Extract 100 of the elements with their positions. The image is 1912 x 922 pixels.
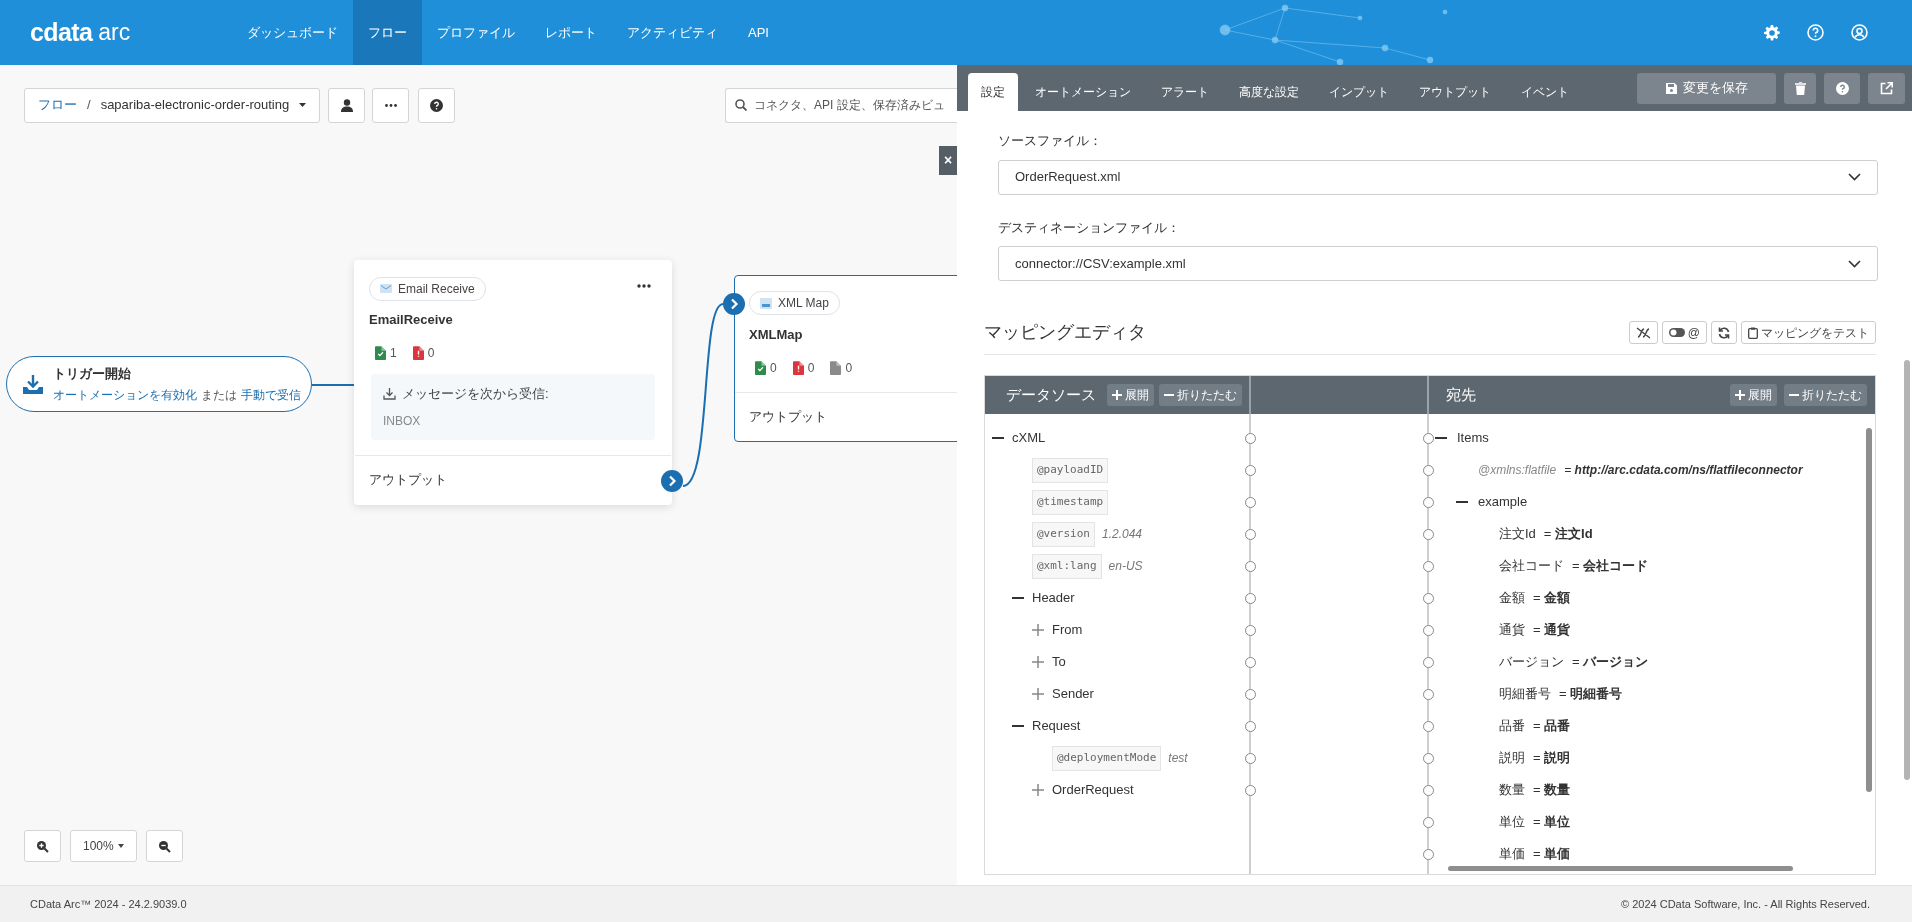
vertical-scrollbar[interactable] — [1866, 428, 1872, 792]
mapping-port-icon[interactable] — [1423, 592, 1434, 604]
mapping-port-icon[interactable] — [1423, 816, 1434, 828]
mapping-port-icon[interactable] — [1423, 560, 1434, 572]
attribute-chip[interactable]: @payloadID — [1032, 457, 1109, 483]
mapping-port-icon[interactable] — [1423, 720, 1434, 732]
panel-tab[interactable]: アウトプット — [1406, 73, 1504, 111]
tree-node[interactable]: Request — [1032, 716, 1081, 736]
unlink-button[interactable] — [1628, 321, 1658, 344]
mapping-port-icon[interactable] — [1245, 560, 1256, 572]
zoom-out-button[interactable] — [145, 830, 183, 862]
input-port-icon[interactable] — [723, 293, 745, 315]
mapping-port-icon[interactable] — [1245, 688, 1256, 700]
mapping-port-icon[interactable] — [1245, 592, 1256, 604]
expand-icon[interactable] — [1032, 784, 1044, 796]
panel-tab[interactable]: オートメーション — [1022, 73, 1144, 111]
attribute-chip[interactable]: @xml:lang — [1032, 553, 1102, 579]
collapse-all-button[interactable]: 折りたたむ — [1784, 384, 1867, 406]
mapping-port-icon[interactable] — [1245, 784, 1256, 796]
nav-tab[interactable]: フロー — [353, 0, 422, 65]
enable-automation-link[interactable]: オートメーションを有効化 — [53, 385, 197, 404]
attribute-chip[interactable]: @deploymentMode — [1052, 745, 1162, 771]
collapse-all-button[interactable]: 折りたたむ — [1159, 384, 1242, 406]
attribute-chip[interactable]: @timestamp — [1032, 489, 1109, 515]
panel-tab[interactable]: 高度な設定 — [1226, 73, 1312, 111]
panel-tab[interactable]: アラート — [1148, 73, 1222, 111]
mapping-port-icon[interactable] — [1423, 656, 1434, 668]
nav-tab[interactable]: プロファイル — [422, 0, 530, 65]
manual-receive-link[interactable]: 手動で受信 — [241, 385, 301, 404]
refresh-button[interactable] — [1711, 321, 1737, 344]
flow-node-card[interactable]: Email Receive EmailReceive 1 0 メッセージを次から受信: INBOX アウトプット — [354, 260, 672, 505]
expand-all-button[interactable]: 展開 — [1107, 384, 1154, 406]
tree-node[interactable]: To — [1052, 652, 1066, 672]
settings-icon[interactable] — [1764, 24, 1780, 41]
mapping-port-icon[interactable] — [1245, 464, 1256, 476]
external-link-icon — [1880, 81, 1893, 95]
tree-node[interactable]: Sender — [1052, 684, 1094, 704]
tree-node[interactable]: cXML — [1012, 428, 1046, 448]
flow-breadcrumb[interactable]: フロー / sapariba-electronic-order-routing — [24, 87, 321, 123]
test-mapping-button[interactable]: マッピングをテスト — [1741, 321, 1876, 344]
mapping-port-icon[interactable] — [1423, 624, 1434, 636]
tree-node[interactable]: From — [1052, 620, 1083, 640]
more-icon[interactable] — [637, 284, 651, 288]
mapping-port-icon[interactable] — [1245, 528, 1256, 540]
clipboard-icon — [1748, 326, 1758, 339]
mapping-port-icon[interactable] — [1245, 624, 1256, 636]
open-external-button[interactable] — [1868, 72, 1905, 104]
attribute-toggle-button[interactable]: @ — [1661, 321, 1707, 344]
attribute-value: 1.2.044 — [1102, 526, 1143, 543]
expand-icon[interactable] — [1032, 656, 1044, 668]
mapping-port-icon[interactable] — [1423, 528, 1434, 540]
nav-tab[interactable]: ダッシュボード — [232, 0, 353, 65]
panel-tab[interactable]: 設定 — [968, 73, 1018, 111]
tree-node[interactable]: Header — [1032, 588, 1075, 608]
zoom-in-button[interactable] — [24, 830, 61, 862]
flow-node-card[interactable]: XML Map XMLMap 0 0 0 アウトプット — [734, 275, 957, 442]
save-button[interactable]: 変更を保存 — [1637, 72, 1776, 104]
panel-tab[interactable]: イベント — [1508, 73, 1582, 111]
panel-tab[interactable]: インプット — [1316, 73, 1402, 111]
nav-tab[interactable]: アクティビティ — [612, 0, 733, 65]
zoom-out-icon — [157, 839, 171, 853]
output-port-icon[interactable] — [661, 469, 683, 492]
user-button[interactable] — [328, 87, 366, 123]
zoom-level-dropdown[interactable]: 100% — [70, 830, 137, 862]
mapping-port-icon[interactable] — [1245, 720, 1256, 732]
tree-node[interactable]: example — [1478, 492, 1528, 512]
search-field[interactable]: コネクタ、API 設定、保存済みビュ — [725, 87, 957, 123]
logo-wordmark[interactable]: cdata — [30, 13, 93, 52]
tree-node[interactable]: Items — [1457, 428, 1489, 448]
breadcrumb-link[interactable]: フロー — [38, 95, 77, 115]
mapping-port-icon[interactable] — [1245, 432, 1256, 444]
expand-icon[interactable] — [1032, 624, 1044, 636]
mapping-port-icon[interactable] — [1245, 496, 1256, 508]
help-icon[interactable] — [1807, 24, 1824, 41]
attribute-chip[interactable]: @version — [1032, 521, 1095, 547]
mapping-port-icon[interactable] — [1245, 656, 1256, 668]
mapping-port-icon[interactable] — [1423, 688, 1434, 700]
nav-tab[interactable]: API — [733, 0, 784, 65]
mapping-port-icon[interactable] — [1423, 784, 1434, 796]
file-select[interactable]: connector://CSV:example.xml — [998, 246, 1878, 281]
expand-icon[interactable] — [1032, 688, 1044, 700]
help-button[interactable] — [418, 87, 456, 123]
file-alert-icon — [412, 346, 424, 360]
delete-button[interactable] — [1784, 72, 1816, 104]
mapping-port-icon[interactable] — [1423, 752, 1434, 764]
user-icon[interactable] — [1851, 24, 1868, 41]
tree-node[interactable]: OrderRequest — [1052, 780, 1134, 800]
horizontal-scrollbar[interactable] — [1448, 866, 1793, 871]
conjunction-text: または — [201, 386, 237, 404]
mapping-port-icon[interactable] — [1245, 752, 1256, 764]
close-panel-button[interactable]: × — [939, 146, 957, 175]
expand-all-button[interactable]: 展開 — [1730, 384, 1777, 406]
mapping-port-icon[interactable] — [1423, 464, 1434, 476]
trigger-node[interactable]: トリガー開始 オートメーションを有効化 または 手動で受信 — [6, 356, 312, 412]
help-button[interactable] — [1824, 72, 1860, 104]
panel-scrollbar[interactable] — [1904, 360, 1910, 780]
file-select[interactable]: OrderRequest.xml — [998, 159, 1878, 195]
mapping-port-icon[interactable] — [1423, 496, 1434, 508]
mapping-port-icon[interactable] — [1423, 848, 1434, 860]
nav-tab[interactable]: レポート — [530, 0, 612, 65]
